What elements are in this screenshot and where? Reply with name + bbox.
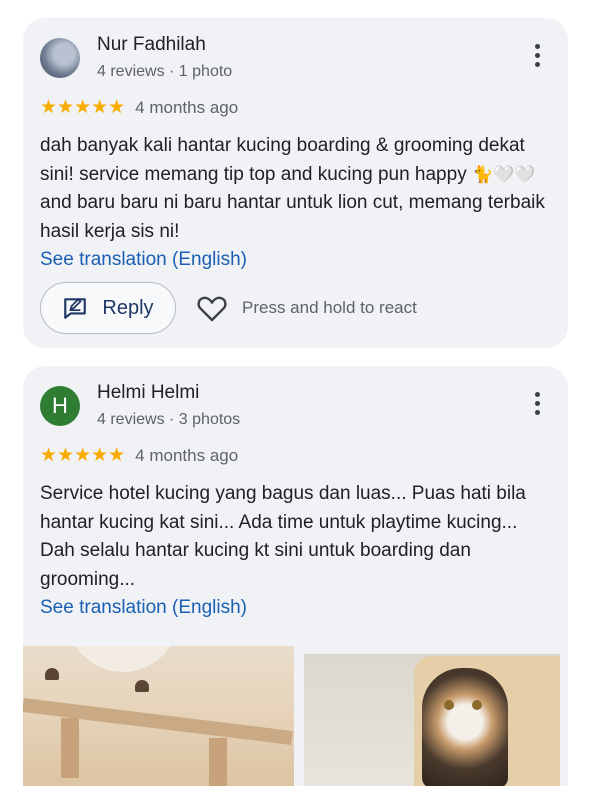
review-time: 4 months ago <box>135 445 239 465</box>
review-text-part2: and baru baru ni baru hantar untuk lion … <box>40 192 545 242</box>
reviewer-meta: 4 reviews · 3 photos <box>97 411 241 428</box>
review-text: Service hotel kucing yang bagus dan luas… <box>40 480 555 623</box>
reviewer-meta: 4 reviews · 1 photo <box>97 63 233 80</box>
reply-edit-icon <box>64 298 87 319</box>
review-rating: ★★★★★ 4 months ago <box>40 444 238 467</box>
reply-button[interactable]: Reply <box>40 282 176 334</box>
reviewer-avatar[interactable] <box>40 38 80 78</box>
review-text: dah banyak kali hantar kucing boarding &… <box>40 132 555 275</box>
reply-label: Reply <box>102 296 154 319</box>
react-control[interactable]: Press and hold to react <box>196 293 417 323</box>
reviewer-name[interactable]: Nur Fadhilah <box>97 34 206 56</box>
star-rating: ★★★★★ <box>40 97 126 118</box>
review-time: 4 months ago <box>135 97 239 117</box>
review-card: H Helmi Helmi 4 reviews · 3 photos ★★★★★… <box>23 366 568 786</box>
review-rating: ★★★★★ 4 months ago <box>40 96 238 119</box>
emoji-icons: 🐈🤍🤍 <box>471 164 536 184</box>
star-rating: ★★★★★ <box>40 445 126 466</box>
see-translation-link[interactable]: See translation (English) <box>40 594 555 623</box>
more-options-icon[interactable] <box>530 44 544 74</box>
review-text-part1: dah banyak kali hantar kucing boarding &… <box>40 135 525 185</box>
heart-icon <box>197 296 227 322</box>
review-photo[interactable] <box>304 654 560 786</box>
reviewer-avatar[interactable]: H <box>40 386 80 426</box>
review-text-content: Service hotel kucing yang bagus dan luas… <box>40 483 526 590</box>
react-label: Press and hold to react <box>242 298 417 317</box>
more-options-icon[interactable] <box>530 392 544 422</box>
review-photos <box>23 646 568 786</box>
see-translation-link[interactable]: See translation (English) <box>40 246 555 275</box>
review-card: Nur Fadhilah 4 reviews · 1 photo ★★★★★ 4… <box>23 18 568 348</box>
review-photo[interactable] <box>23 646 294 786</box>
reviewer-name[interactable]: Helmi Helmi <box>97 382 199 404</box>
